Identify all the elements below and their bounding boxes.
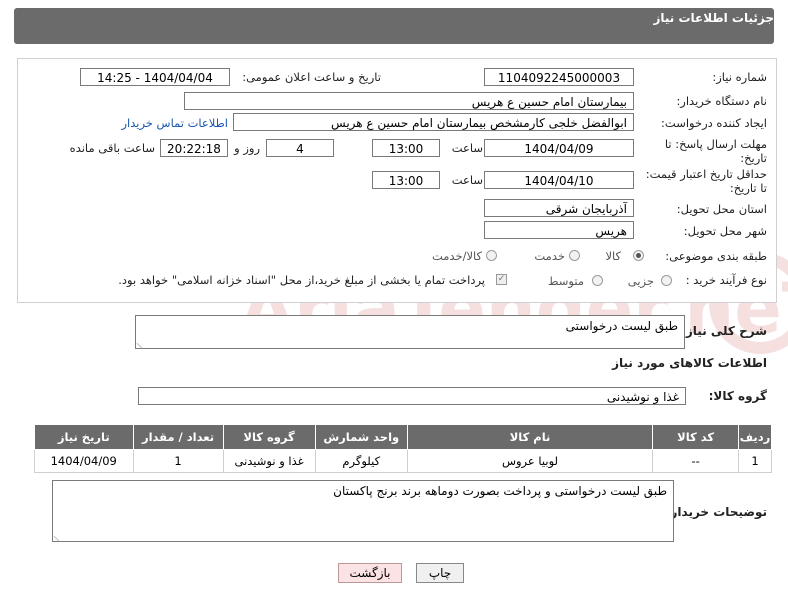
price-validity-date-field: 1404/04/10 [484, 171, 634, 189]
summary-text: طبق لیست درخواستی [565, 319, 678, 333]
deadline-time-label: ساعت [451, 141, 483, 155]
resize-grip-icon [53, 529, 66, 543]
print-button[interactable]: چاپ [416, 563, 464, 583]
col-unit: واحد شمارش [314, 424, 408, 450]
category-option-goods-service: کالا/خدمت [431, 249, 482, 263]
province-label: استان محل تحویل: [676, 202, 767, 216]
treasury-payment-note: پرداخت تمام یا بخشی از مبلغ خرید،از محل … [118, 273, 485, 287]
buyer-notes-label: توضیحات خریدار: [665, 505, 767, 519]
process-type-label: نوع فرآیند خرید : [685, 273, 767, 287]
requester-field: ابوالفضل خلجی کارمشخص بیمارستان امام حسی… [233, 113, 634, 131]
need-number-field: 1104092245000003 [484, 68, 634, 86]
buyer-notes-textarea: طبق لیست درخواستی و پرداخت بصورت دوماهه … [52, 480, 674, 543]
col-quantity: تعداد / مقدار [132, 424, 224, 450]
cell-item-group: غذا و نوشیدنی [222, 449, 316, 473]
back-button[interactable]: بازگشت [338, 563, 402, 583]
goods-table: ردیف کد کالا نام کالا واحد شمارش گروه کا… [34, 424, 772, 473]
deadline-date-field: 1404/04/09 [484, 139, 634, 157]
province-field: آذربایجان شرقی [484, 199, 634, 217]
goods-group-field: غذا و نوشیدنی [138, 387, 686, 405]
process-option-medium: متوسط [547, 274, 584, 288]
deadline-label: مهلت ارسال پاسخ: تا [664, 137, 767, 151]
remaining-time-field: 20:22:18 [160, 139, 228, 157]
deadline-label-date: تاریخ: [740, 151, 767, 165]
col-item-group: گروه کالا [222, 424, 316, 450]
announce-datetime-label: تاریخ و ساعت اعلان عمومی: [242, 70, 381, 84]
price-validity-label: حداقل تاریخ اعتبار قیمت: [645, 167, 767, 181]
buyer-contact-link[interactable]: اطلاعات تماس خریدار [121, 116, 228, 130]
category-radio-service[interactable] [569, 250, 580, 261]
category-option-goods: کالا [605, 249, 621, 263]
col-row-number: ردیف [738, 424, 772, 450]
requester-label: ایجاد کننده درخواست: [661, 116, 767, 130]
category-option-service: خدمت [534, 249, 565, 263]
goods-group-label: گروه کالا: [708, 389, 767, 403]
goods-table-header: ردیف کد کالا نام کالا واحد شمارش گروه کا… [34, 424, 772, 450]
city-field: هریس [484, 221, 634, 239]
resize-grip-icon [136, 336, 149, 350]
col-need-date: تاریخ نیاز [34, 424, 134, 450]
deadline-time-field: 13:00 [372, 139, 440, 157]
process-radio-medium[interactable] [592, 275, 603, 286]
col-item-name: نام کالا [406, 424, 654, 450]
table-row: 1 -- لوبیا عروس کیلوگرم غذا و نوشیدنی 1 … [34, 449, 772, 473]
price-validity-time-field: 13:00 [372, 171, 440, 189]
summary-label: شرح کلی نیاز: [681, 324, 767, 338]
price-validity-time-label: ساعت [451, 173, 483, 187]
buyer-org-label: نام دستگاه خریدار: [676, 94, 767, 108]
need-number-label: شماره نیاز: [712, 70, 767, 84]
cell-need-date: 1404/04/09 [34, 449, 134, 473]
remaining-time-label: ساعت باقی مانده [69, 141, 155, 155]
cell-unit: کیلوگرم [314, 449, 408, 473]
buyer-notes-text: طبق لیست درخواستی و پرداخت بصورت دوماهه … [333, 484, 667, 498]
buyer-org-field: بیمارستان امام حسین ع هریس [184, 92, 634, 110]
goods-section-title: اطلاعات کالاهای مورد نیاز [612, 356, 767, 370]
cell-item-code: -- [652, 449, 740, 473]
city-label: شهر محل تحویل: [683, 224, 767, 238]
cell-quantity: 1 [132, 449, 224, 473]
col-item-code: کد کالا [652, 424, 740, 450]
process-option-minor: جزیی [627, 274, 654, 288]
cell-item-name: لوبیا عروس [406, 449, 654, 473]
category-radio-goods-service[interactable] [486, 250, 497, 261]
page-title: جزئیات اطلاعات نیاز [653, 11, 774, 25]
days-label: روز و [234, 141, 260, 155]
category-radio-goods[interactable] [633, 250, 644, 261]
announce-datetime-field: 1404/04/04 - 14:25 [80, 68, 230, 86]
treasury-payment-checkbox[interactable]: ✓ [496, 274, 507, 285]
cell-row-number: 1 [738, 449, 772, 473]
price-validity-label-date: تا تاریخ: [729, 181, 767, 195]
days-remaining-field: 4 [266, 139, 334, 157]
process-radio-minor[interactable] [661, 275, 672, 286]
category-label: طبقه بندی موضوعی: [665, 249, 767, 263]
summary-textarea: طبق لیست درخواستی [135, 315, 685, 350]
